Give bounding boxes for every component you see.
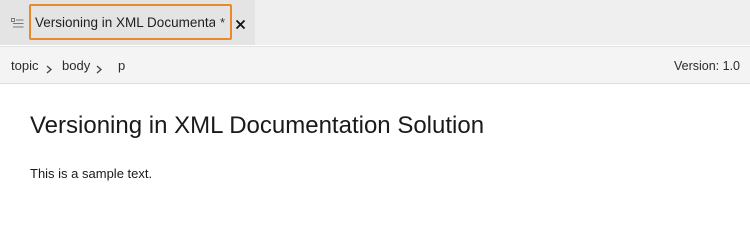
document-outline-icon[interactable] (11, 16, 24, 28)
unsaved-indicator: * (220, 15, 226, 30)
close-icon[interactable] (235, 17, 246, 30)
document-title[interactable]: Versioning in XML Documentation Solution (30, 112, 484, 140)
chevron-right-icon (95, 61, 103, 74)
breadcrumb-item-p[interactable]: p (118, 58, 125, 74)
chevron-right-icon (45, 61, 53, 74)
version-label: Version: 1.0 (673, 59, 740, 73)
tab-bar: Versioning in XML Documentatio... * (0, 0, 750, 45)
breadcrumb: topic body p Version: 1.0 (0, 46, 750, 84)
breadcrumb-item-topic[interactable]: topic (11, 58, 38, 74)
document-paragraph[interactable]: This is a sample text. (30, 166, 152, 182)
document-editor[interactable]: Versioning in XML Documentation Solution… (0, 84, 750, 205)
tab-title[interactable]: Versioning in XML Documentatio... (35, 14, 215, 32)
breadcrumb-item-body[interactable]: body (62, 58, 90, 74)
editor-tab[interactable]: Versioning in XML Documentatio... * (0, 0, 255, 45)
